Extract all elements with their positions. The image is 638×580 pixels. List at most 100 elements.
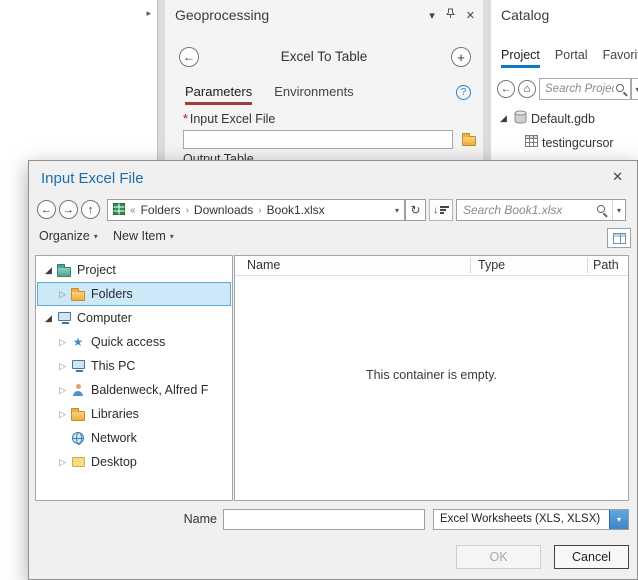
- catalog-search-box[interactable]: [539, 78, 631, 100]
- input-excel-file-field[interactable]: [183, 130, 453, 149]
- tree-item-this-pc[interactable]: ▷ This PC: [37, 354, 231, 378]
- dialog-search-input[interactable]: [461, 202, 593, 218]
- tree-item-folders[interactable]: ▷ Folders: [37, 282, 231, 306]
- network-icon: [69, 432, 87, 445]
- file-type-value: Excel Worksheets (XLS, XLSX): [440, 513, 601, 525]
- collapse-icon[interactable]: ▷: [56, 337, 69, 348]
- pane-menu-icon[interactable]: ▾: [429, 9, 435, 22]
- ok-button[interactable]: OK: [456, 545, 541, 569]
- column-type[interactable]: Type: [478, 258, 505, 272]
- tree-item-label: Computer: [77, 311, 132, 325]
- input-excel-file-dialog: Input Excel File ✕ ← → ↑ « Folders › Dow…: [28, 160, 638, 580]
- column-divider[interactable]: [587, 258, 588, 273]
- column-divider[interactable]: [470, 258, 471, 273]
- catalog-back-button[interactable]: ←: [497, 80, 515, 98]
- nav-forward-button[interactable]: →: [59, 200, 78, 219]
- collapse-icon[interactable]: ▷: [56, 361, 69, 372]
- catalog-search-input[interactable]: [543, 82, 616, 96]
- tree-item-network[interactable]: Network: [37, 426, 231, 450]
- empty-container-message: This container is empty.: [365, 368, 498, 382]
- catalog-tabs: Project Portal Favorites: [501, 48, 638, 68]
- expand-icon[interactable]: ◢: [42, 313, 55, 324]
- dialog-title: Input Excel File: [41, 170, 144, 187]
- breadcrumb[interactable]: « Folders › Downloads › Book1.xlsx ▾: [107, 199, 405, 221]
- geodatabase-icon: [514, 110, 527, 127]
- catalog-item-default-gdb[interactable]: ◢ Default.gdb: [497, 110, 595, 127]
- tab-parameters[interactable]: Parameters: [185, 84, 253, 105]
- tree-item-label: This PC: [91, 359, 136, 373]
- pin-icon[interactable]: [445, 8, 456, 22]
- tree-item-label: Network: [91, 431, 137, 445]
- dialog-search-box[interactable]: ▾: [456, 199, 626, 221]
- excel-file-icon: [113, 202, 125, 218]
- catalog-home-button[interactable]: ⌂: [518, 80, 536, 98]
- pane-close-icon[interactable]: ✕: [466, 9, 475, 22]
- tool-tabs: Parameters Environments: [185, 84, 354, 105]
- tree-item-desktop[interactable]: ▷ Desktop: [37, 450, 231, 474]
- collapse-icon[interactable]: ▷: [56, 409, 69, 420]
- browse-button[interactable]: [458, 129, 480, 150]
- tree-item-label: Project: [77, 263, 116, 277]
- breadcrumb-dropdown-icon[interactable]: ▾: [395, 206, 399, 215]
- collapse-icon[interactable]: ▷: [56, 289, 69, 300]
- tab-project[interactable]: Project: [501, 48, 540, 68]
- catalog-pane-title: Catalog: [501, 7, 550, 23]
- refresh-button[interactable]: ↻: [405, 199, 426, 221]
- desktop-icon: [69, 457, 87, 467]
- collapse-icon[interactable]: ▷: [56, 457, 69, 468]
- expand-icon[interactable]: ◢: [42, 265, 55, 276]
- tab-portal[interactable]: Portal: [555, 48, 588, 68]
- pane-toggle-icon[interactable]: ▸: [146, 8, 151, 19]
- crumb-book1[interactable]: Book1.xlsx: [267, 203, 325, 217]
- dialog-close-icon[interactable]: ✕: [612, 169, 623, 185]
- tab-favorites[interactable]: Favorites: [603, 48, 638, 68]
- views-button[interactable]: [607, 228, 631, 248]
- nav-back-button[interactable]: ←: [37, 200, 56, 219]
- collapse-icon[interactable]: ▷: [56, 385, 69, 396]
- crumb-folders[interactable]: Folders: [141, 203, 181, 217]
- organize-menu-button[interactable]: Organize ▾: [39, 229, 98, 243]
- nav-up-button[interactable]: ↑: [81, 200, 100, 219]
- table-label: testingcursor: [542, 135, 614, 150]
- folder-icon: [69, 407, 87, 421]
- computer-icon: [55, 312, 73, 324]
- input-excel-file-label-text: Input Excel File: [189, 112, 276, 126]
- new-item-menu-button[interactable]: New Item ▾: [113, 229, 174, 243]
- tool-add-button[interactable]: +: [451, 47, 471, 67]
- tree-item-quick-access[interactable]: ▷ ★ Quick access: [37, 330, 231, 354]
- search-dropdown-icon[interactable]: ▾: [611, 200, 621, 220]
- expand-icon[interactable]: ◢: [497, 113, 510, 124]
- list-header: Name Type Path: [235, 256, 628, 276]
- help-icon[interactable]: ?: [456, 85, 471, 100]
- file-type-combo[interactable]: Excel Worksheets (XLS, XLSX) ▾: [433, 509, 629, 530]
- organize-label: Organize: [39, 229, 90, 243]
- tree-item-project[interactable]: ◢ Project: [37, 258, 231, 282]
- catalog-search-dropdown-icon[interactable]: ▾: [631, 78, 638, 100]
- tree-item-label: Desktop: [91, 455, 137, 469]
- tab-environments[interactable]: Environments: [274, 84, 353, 105]
- file-name-input[interactable]: [223, 509, 425, 530]
- tree-item-libraries[interactable]: ▷ Libraries: [37, 402, 231, 426]
- search-icon: [616, 83, 627, 95]
- screen: ▸ Geoprocessing ▾ ✕ ← Excel To Table + P…: [0, 0, 638, 580]
- tree-item-computer[interactable]: ◢ Computer: [37, 306, 231, 330]
- tree-item-user[interactable]: ▷ Baldenweck, Alfred F: [37, 378, 231, 402]
- catalog-item-testingcursor[interactable]: testingcursor: [525, 135, 614, 150]
- crumb-separator-icon: ›: [258, 204, 262, 216]
- crumb-downloads[interactable]: Downloads: [194, 203, 253, 217]
- crumb-overflow-icon[interactable]: «: [130, 205, 136, 216]
- sort-button[interactable]: ↓: [429, 199, 453, 221]
- combo-dropdown-icon[interactable]: ▾: [609, 510, 628, 529]
- cancel-button[interactable]: Cancel: [554, 545, 629, 569]
- chevron-down-icon: ▾: [169, 231, 174, 241]
- required-marker: *: [183, 112, 188, 126]
- column-path[interactable]: Path: [593, 258, 619, 272]
- pc-icon: [69, 360, 87, 372]
- tool-title: Excel To Table: [280, 49, 368, 64]
- column-name[interactable]: Name: [247, 258, 280, 272]
- folder-tree: ◢ Project ▷ Folders ◢ Computer ▷ ★ Quick…: [35, 255, 233, 501]
- table-icon: [525, 135, 538, 150]
- tree-item-label: Folders: [91, 287, 133, 301]
- project-icon: [55, 263, 73, 277]
- tool-back-button[interactable]: ←: [179, 47, 199, 67]
